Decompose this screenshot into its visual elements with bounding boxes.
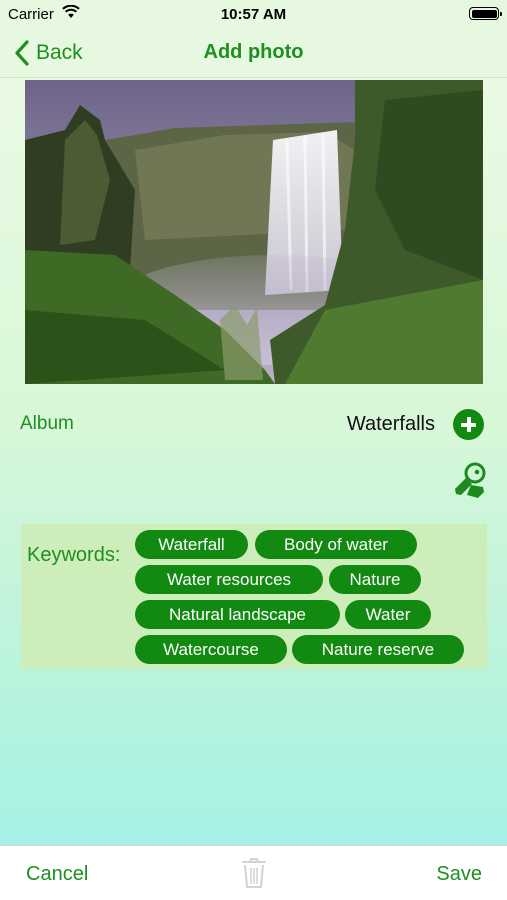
cancel-button[interactable]: Cancel [26,863,88,886]
page-title: Add photo [203,41,304,63]
keyword-chip[interactable]: Water [345,600,431,629]
navigation-bar: Back Add photo [0,28,507,78]
clock: 10:57 AM [220,6,287,23]
keyword-chip[interactable]: Nature reserve [292,635,464,664]
waterfall-photo[interactable] [25,80,483,384]
album-label: Album [20,413,74,434]
keywords-label: Keywords: [27,544,121,566]
keyword-tag-icon[interactable] [451,462,487,500]
add-album-button[interactable] [453,409,484,440]
trash-icon[interactable] [242,857,266,889]
album-value[interactable]: Waterfalls [347,413,435,436]
bottom-toolbar: Cancel Save [0,845,507,900]
keyword-chip[interactable]: Watercourse [135,635,287,664]
keyword-chip[interactable]: Water resources [135,565,323,594]
keyword-chip[interactable]: Nature [329,565,421,594]
keyword-chip[interactable]: Natural landscape [135,600,340,629]
keyword-chip[interactable]: Waterfall [135,530,248,559]
battery-icon [469,7,502,20]
keywords-panel: Keywords: Waterfall Body of water Water … [21,524,487,669]
save-button[interactable]: Save [436,863,482,886]
keyword-chip[interactable]: Body of water [255,530,417,559]
status-bar: Carrier 10:57 AM [0,0,507,28]
